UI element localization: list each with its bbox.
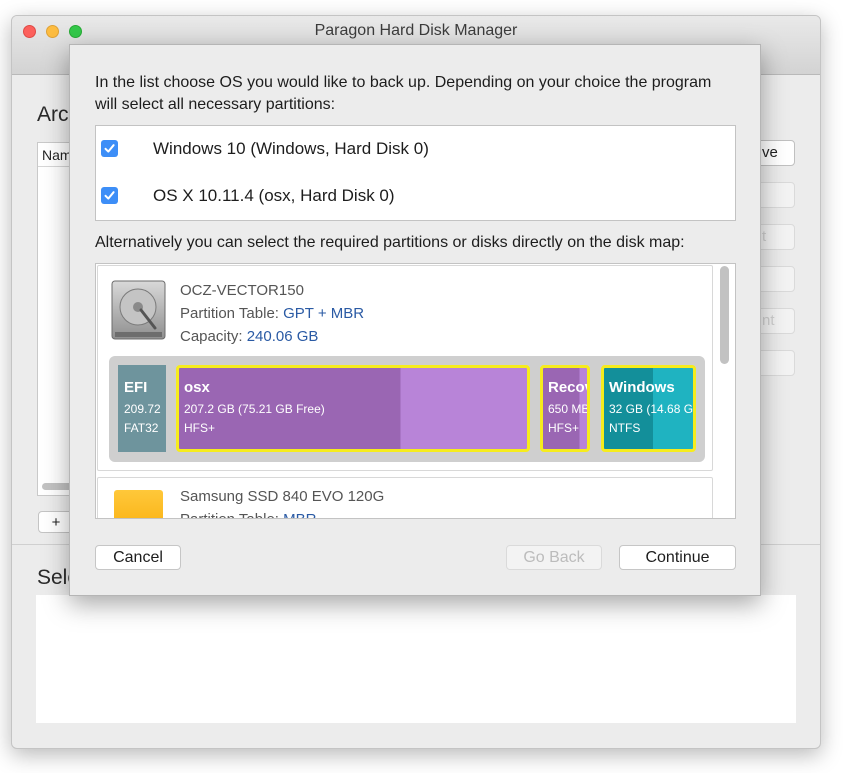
partition-table-label: Partition Table: [180, 305, 279, 322]
partition-table-value: GPT + MBR [283, 305, 365, 322]
os-list-item[interactable]: Windows 10 (Windows, Hard Disk 0) [96, 126, 735, 172]
partition-osx[interactable]: osx 207.2 GB (75.21 GB Free) HFS+ [176, 365, 530, 452]
partition-size: 650 MB [548, 402, 590, 416]
disk-card[interactable]: OCZ-VECTOR150 Partition Table: GPT + MBR… [97, 265, 713, 471]
checkmark-icon [104, 191, 115, 200]
cancel-button[interactable]: Cancel [95, 545, 181, 570]
go-back-button[interactable]: Go Back [506, 545, 602, 570]
disk-map-scrollbar[interactable] [720, 266, 729, 364]
os-list: Windows 10 (Windows, Hard Disk 0) OS X 1… [95, 125, 736, 221]
partition-bar: EFI 209.72 FAT32 osx 207.2 GB (75.21 GB … [109, 356, 705, 462]
ssd-icon [114, 490, 163, 518]
os-list-item[interactable]: OS X 10.11.4 (osx, Hard Disk 0) [96, 173, 735, 219]
window-title: Paragon Hard Disk Manager [314, 22, 518, 39]
disk-map-instruction: Alternatively you can select the require… [95, 234, 685, 251]
disk-name: Samsung SSD 840 EVO 120G [180, 488, 385, 505]
partition-name: osx [184, 379, 210, 396]
disk-card[interactable]: Samsung SSD 840 EVO 120G Partition Table… [97, 477, 713, 518]
partition-windows[interactable]: Windows 32 GB (14.68 G NTFS [601, 365, 696, 452]
partition-name: EFI [124, 379, 148, 396]
dialog-instruction: In the list choose OS you would like to … [95, 74, 712, 113]
capacity-label: Capacity: [180, 328, 243, 345]
capacity-value: 240.06 GB [246, 328, 319, 345]
disk-map[interactable]: OCZ-VECTOR150 Partition Table: GPT + MBR… [95, 263, 736, 519]
partition-table-info: Partition Table: MBR [180, 511, 316, 518]
partition-fs: HFS+ [548, 421, 580, 435]
partition-table-value: MBR [283, 511, 316, 518]
partition-recovery[interactable]: Recov 650 MB HFS+ [540, 365, 590, 452]
os-checkbox[interactable] [101, 140, 118, 157]
continue-button[interactable]: Continue [619, 545, 736, 570]
checkmark-icon [104, 144, 115, 153]
os-label: Windows 10 (Windows, Hard Disk 0) [153, 139, 429, 158]
partition-fs: FAT32 [124, 421, 159, 435]
partition-table-label: Partition Table: [180, 511, 279, 518]
partition-fs: NTFS [609, 421, 641, 435]
os-checkbox[interactable] [101, 187, 118, 204]
partition-size: 32 GB (14.68 G [609, 402, 694, 416]
partition-name: Windows [609, 379, 675, 396]
partition-name: Recov [548, 379, 590, 396]
partition-size: 209.72 [124, 402, 161, 416]
archives-heading: Arc [37, 103, 69, 126]
partition-fs: HFS+ [184, 421, 216, 435]
selection-panel [36, 595, 796, 723]
os-label: OS X 10.11.4 (osx, Hard Disk 0) [153, 186, 395, 205]
hard-disk-icon [111, 280, 166, 340]
partition-table-info: Partition Table: GPT + MBR [180, 305, 364, 322]
partition-efi[interactable]: EFI 209.72 FAT32 [118, 365, 166, 452]
capacity-info: Capacity: 240.06 GB [180, 328, 318, 345]
backup-os-dialog: In the list choose OS you would like to … [69, 44, 761, 596]
partition-size: 207.2 GB (75.21 GB Free) [184, 402, 325, 416]
disk-name: OCZ-VECTOR150 [180, 282, 304, 299]
